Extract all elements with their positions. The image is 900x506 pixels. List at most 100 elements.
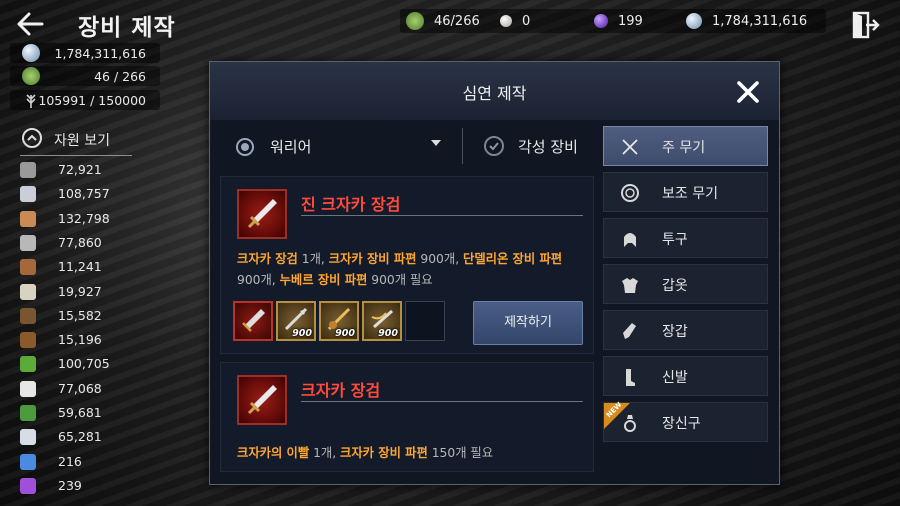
longsword-icon [237,375,287,425]
purple-orb-icon [594,14,608,28]
awakening-gear-toggle[interactable]: 각성 장비 [518,136,578,157]
top-bar: 장비 제작 46/266 0 199 1,784,311,616 [0,0,900,48]
crossed-swords-icon [620,137,640,157]
feather-icon [20,234,36,251]
resource-item: 65,281 [18,427,138,447]
craft-button[interactable]: 제작하기 [473,301,583,345]
material-slot[interactable]: 900 [319,301,359,341]
chevron-up-icon [22,128,42,148]
divider [301,215,583,216]
resource-item: 15,196 [18,330,138,350]
category-gloves[interactable]: 장갑 [603,310,768,350]
green-gem-icon [406,12,424,30]
energy-balance: 46 / 266 [10,66,160,86]
divider [301,401,583,402]
category-accessory[interactable]: NEW 장신구 [603,401,768,442]
currency-energy: 46/266 [406,9,480,33]
recipe-requirements: 크자카 장검 1개, 크자카 장비 파편 900개, 단델리온 장비 파편 90… [237,249,587,291]
recipe-name: 크자카 장검 [301,381,381,400]
leaf-icon [20,405,36,421]
blue-shard-icon [20,453,36,470]
category-main-weapon[interactable]: 주 무기 [603,126,768,166]
log-icon [20,332,36,349]
recipe-requirements: 크자카의 이빨 1개, 크자카 장비 파편 150개 필요 [237,443,587,464]
boot-icon [620,367,640,387]
dialog-title: 심연 제작 [462,84,527,103]
green-gem-icon [22,67,40,85]
ore-icon [20,162,36,178]
pearl-icon [500,15,512,27]
category-helmet[interactable]: 투구 [603,218,768,258]
ring-icon [620,413,640,433]
silver-coin-icon [686,13,702,29]
resource-item: 132,798 [18,209,138,229]
filter-row: 워리어 각성 장비 [220,126,598,166]
material-name: 누베르 장비 파편 [279,273,368,287]
silver-coin-icon [22,44,40,62]
requirement-text: 1개, [309,446,341,460]
bone-icon [20,283,36,300]
glove-icon [620,321,640,341]
back-arrow-icon[interactable] [14,8,54,40]
exit-door-icon[interactable] [850,10,880,40]
material-slot[interactable] [233,301,273,341]
resource-item: 59,681 [18,403,138,423]
resource-item: 77,068 [18,379,138,399]
resource-item: 108,757 [18,184,138,204]
class-radio[interactable] [236,138,254,156]
material-name: 크자카 장비 파편 [328,252,417,266]
abyss-crafting-dialog: 심연 제작 워리어 각성 장비 진 크자카 장검 크자카 장검 1개, 크자카 … [209,61,780,485]
resource-item: 77,860 [18,233,138,253]
longsword-icon [237,189,287,239]
requirement-text: 150개 필요 [427,446,494,460]
weight-balance: 105991 / 150000 [10,90,160,110]
plank-icon [20,307,36,324]
resource-item: 11,241 [18,257,138,277]
resource-item: 216 [18,452,138,472]
requirement-text: 1개, [297,252,329,266]
material-slot[interactable]: 900 [362,301,402,341]
close-icon[interactable] [736,80,760,104]
purple-stone-icon [20,477,36,494]
material-name: 크자카 장검 [237,252,298,266]
category-list: 주 무기 보조 무기 투구 갑옷 장갑 신발 NEW 장신구 [601,122,778,483]
resource-item: 239 [18,476,138,496]
requirement-text: 900개 필요 [367,273,433,287]
stone-icon [20,186,36,203]
silver-balance: 1,784,311,616 [10,43,160,63]
category-armor[interactable]: 갑옷 [603,264,768,304]
material-name: 크자카 장비 파편 [340,446,428,460]
cotton-icon [20,380,36,397]
currency-pearl: 0 [500,9,530,33]
wheat-icon [22,91,40,109]
material-slot-empty [405,301,445,341]
resource-item: 100,705 [18,354,138,374]
page-title: 장비 제작 [78,15,176,41]
herb-icon [20,356,36,373]
requirement-text: 900개, [237,273,280,287]
recipe-card[interactable]: 크자카 장검 크자카의 이빨 1개, 크자카 장비 파편 150개 필요 [220,362,594,472]
resource-item: 72,921 [18,160,138,180]
class-select[interactable]: 워리어 [270,136,311,157]
helmet-icon [620,229,640,249]
wood-icon [20,259,36,276]
material-slot[interactable]: 900 [276,301,316,341]
currency-purple: 199 [594,9,643,33]
resource-item: 15,582 [18,306,138,326]
category-boots[interactable]: 신발 [603,356,768,396]
checkmark-icon[interactable] [484,136,504,156]
material-name: 단델리온 장비 파편 [463,252,563,266]
shield-ring-icon [620,183,640,203]
category-sub-weapon[interactable]: 보조 무기 [603,172,768,212]
currency-silver: 1,784,311,616 [686,9,807,33]
crystal-icon [20,429,36,446]
armor-icon [620,275,640,295]
dialog-header: 심연 제작 [210,62,779,120]
divider [462,128,463,164]
resource-item: 19,927 [18,282,138,302]
recipe-card[interactable]: 진 크자카 장검 크자카 장검 1개, 크자카 장비 파편 900개, 단델리온… [220,176,594,354]
dropdown-arrow-icon[interactable] [431,140,441,146]
requirement-text: 900개, [416,252,464,266]
resource-view-toggle[interactable]: 자원 보기 [20,126,132,156]
recipe-name: 진 크자카 장검 [301,195,401,214]
